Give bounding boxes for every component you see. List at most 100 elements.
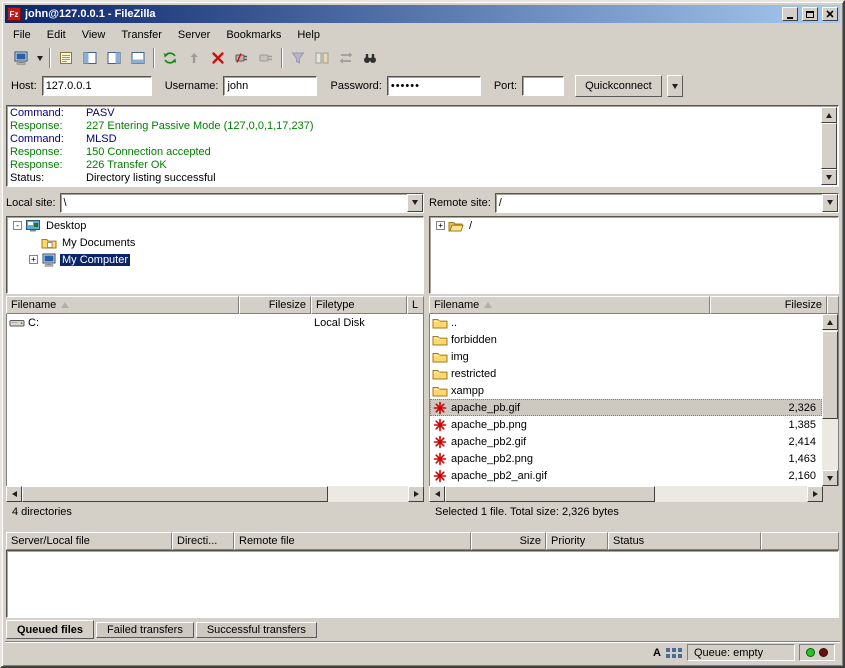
toggle-message-log-icon[interactable] xyxy=(54,47,78,69)
tree-item-desktop[interactable]: - Desktop xyxy=(7,217,423,234)
scrollbar-thumb[interactable] xyxy=(445,486,655,502)
toggle-remote-tree-icon[interactable] xyxy=(102,47,126,69)
file-row-selected[interactable]: apache_pb.gif 2,326 xyxy=(430,399,822,416)
remote-site-row: Remote site: / xyxy=(429,192,839,213)
menu-edit[interactable]: Edit xyxy=(39,27,74,43)
port-input[interactable] xyxy=(522,76,564,96)
column-lastmodified[interactable]: L xyxy=(407,296,424,314)
scroll-down-icon[interactable] xyxy=(821,169,837,185)
username-label: Username: xyxy=(165,80,219,92)
menu-transfer[interactable]: Transfer xyxy=(113,27,170,43)
column-filename[interactable]: Filename xyxy=(6,296,239,314)
scrollbar-track[interactable] xyxy=(655,486,807,502)
menu-help[interactable]: Help xyxy=(289,27,328,43)
column-filename[interactable]: Filename xyxy=(429,296,710,314)
column-size[interactable]: Size xyxy=(471,532,546,550)
tree-item-my-computer[interactable]: + My Computer xyxy=(7,251,423,268)
keypad-icon xyxy=(665,647,683,659)
remote-vertical-scrollbar[interactable] xyxy=(822,314,838,486)
documents-folder-icon xyxy=(41,235,57,251)
scroll-down-icon[interactable] xyxy=(822,470,838,486)
queue-list[interactable] xyxy=(6,550,839,618)
toggle-local-tree-icon[interactable] xyxy=(78,47,102,69)
file-row[interactable]: xampp xyxy=(430,382,822,399)
column-direction[interactable]: Directi... xyxy=(172,532,234,550)
close-icon xyxy=(826,10,834,18)
password-input[interactable] xyxy=(387,76,481,96)
close-button[interactable] xyxy=(822,7,838,21)
menu-file[interactable]: File xyxy=(5,27,39,43)
minimize-button[interactable] xyxy=(782,7,798,21)
open-folder-icon xyxy=(448,218,464,234)
column-filler xyxy=(827,296,839,314)
expand-icon[interactable]: + xyxy=(436,221,445,230)
maximize-button[interactable] xyxy=(802,7,818,21)
scrollbar-thumb[interactable] xyxy=(22,486,328,502)
chevron-down-icon[interactable] xyxy=(407,194,423,212)
tree-item-my-documents[interactable]: My Documents xyxy=(7,234,423,251)
expand-icon[interactable]: + xyxy=(29,255,38,264)
toolbar-separator xyxy=(49,48,51,68)
column-filetype[interactable]: Filetype xyxy=(311,296,407,314)
site-manager-icon[interactable] xyxy=(9,47,33,69)
column-status[interactable]: Status xyxy=(608,532,761,550)
find-icon[interactable] xyxy=(358,47,382,69)
local-site-combo[interactable]: \ xyxy=(60,193,424,213)
file-row[interactable]: apache_pb2.png 1,463 xyxy=(430,450,822,467)
menu-server[interactable]: Server xyxy=(170,27,218,43)
site-manager-dropdown-icon[interactable] xyxy=(33,47,46,69)
sync-browse-icon[interactable] xyxy=(334,47,358,69)
log-vertical-scrollbar[interactable] xyxy=(821,107,837,185)
remote-site-combo[interactable]: / xyxy=(495,193,839,213)
scroll-up-icon[interactable] xyxy=(821,107,837,123)
toggle-queue-icon[interactable] xyxy=(126,47,150,69)
process-queue-icon[interactable] xyxy=(182,47,206,69)
remote-horizontal-scrollbar[interactable] xyxy=(429,486,823,502)
column-filesize[interactable]: Filesize xyxy=(239,296,311,314)
username-input[interactable] xyxy=(223,76,317,96)
transfer-type-icon: A xyxy=(653,647,661,659)
file-row[interactable]: forbidden xyxy=(430,331,822,348)
folder-icon xyxy=(432,332,448,348)
scrollbar-track[interactable] xyxy=(328,486,408,502)
menu-bookmarks[interactable]: Bookmarks xyxy=(218,27,289,43)
scroll-right-icon[interactable] xyxy=(408,486,424,502)
menu-view[interactable]: View xyxy=(74,27,114,43)
column-filesize[interactable]: Filesize xyxy=(710,296,827,314)
filter-icon[interactable] xyxy=(286,47,310,69)
scrollbar-thumb[interactable] xyxy=(821,123,837,169)
host-input[interactable] xyxy=(42,76,152,96)
chevron-down-icon[interactable] xyxy=(822,194,838,212)
scroll-left-icon[interactable] xyxy=(6,486,22,502)
scrollbar-corner xyxy=(823,486,839,502)
collapse-icon[interactable]: - xyxy=(13,221,22,230)
refresh-icon[interactable] xyxy=(158,47,182,69)
scroll-left-icon[interactable] xyxy=(429,486,445,502)
file-row[interactable]: restricted xyxy=(430,365,822,382)
file-row[interactable]: apache_pb2_ani.gif 2,160 xyxy=(430,467,822,484)
scroll-right-icon[interactable] xyxy=(807,486,823,502)
title-bar[interactable]: Fz john@127.0.0.1 - FileZilla xyxy=(5,5,840,23)
file-row[interactable]: C: Local Disk xyxy=(7,314,423,331)
tree-item-root[interactable]: + / xyxy=(430,217,838,234)
file-row[interactable]: .. xyxy=(430,314,822,331)
scrollbar-thumb[interactable] xyxy=(822,331,838,419)
quickconnect-dropdown-icon[interactable] xyxy=(667,75,683,97)
cancel-icon[interactable] xyxy=(206,47,230,69)
local-horizontal-scrollbar[interactable] xyxy=(6,486,424,502)
scroll-up-icon[interactable] xyxy=(822,314,838,330)
quickconnect-button[interactable]: Quickconnect xyxy=(575,75,662,97)
tab-failed-transfers[interactable]: Failed transfers xyxy=(96,622,194,638)
reconnect-icon[interactable] xyxy=(254,47,278,69)
column-remote-file[interactable]: Remote file xyxy=(234,532,471,550)
column-priority[interactable]: Priority xyxy=(546,532,608,550)
file-row[interactable]: apache_pb.png 1,385 xyxy=(430,416,822,433)
column-server-local-file[interactable]: Server/Local file xyxy=(6,532,172,550)
file-row[interactable]: img xyxy=(430,348,822,365)
file-row[interactable]: apache_pb2.gif 2,414 xyxy=(430,433,822,450)
queue-status-text: Queue: empty xyxy=(694,647,763,659)
tab-successful-transfers[interactable]: Successful transfers xyxy=(196,622,317,638)
compare-icon[interactable] xyxy=(310,47,334,69)
tab-queued-files[interactable]: Queued files xyxy=(6,620,94,639)
disconnect-icon[interactable] xyxy=(230,47,254,69)
